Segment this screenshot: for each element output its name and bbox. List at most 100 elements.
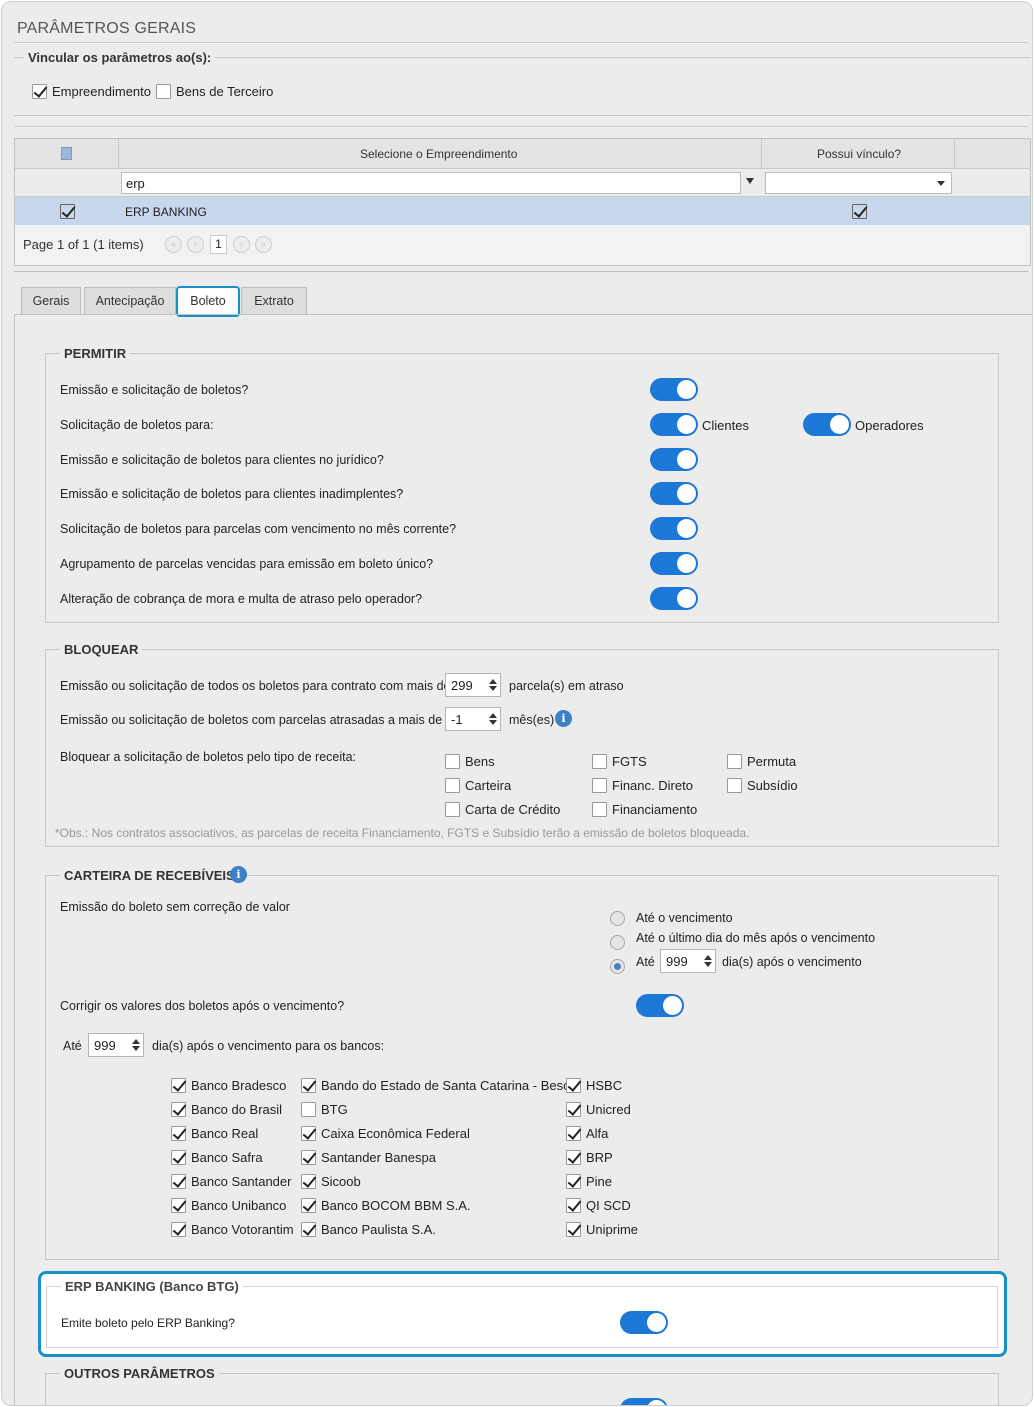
possui-vinculo-select[interactable] xyxy=(765,172,952,194)
checkbox-icon[interactable] xyxy=(301,1102,316,1117)
checkbox-icon[interactable] xyxy=(301,1222,316,1237)
permitir-mes-corrente-toggle[interactable] xyxy=(650,517,698,540)
banco-checkbox[interactable]: Caixa Econômica Federal xyxy=(301,1126,470,1141)
permitir-agrupamento-toggle[interactable] xyxy=(650,552,698,575)
checkbox-icon[interactable] xyxy=(171,1222,186,1237)
checkbox-icon[interactable] xyxy=(301,1150,316,1165)
tipo-carta-credito-checkbox[interactable]: Carta de Crédito xyxy=(445,802,560,817)
bens-terceiro-check-icon[interactable] xyxy=(156,84,171,99)
tipo-financ-direto-checkbox[interactable]: Financ. Direto xyxy=(592,778,693,793)
checkbox-icon[interactable] xyxy=(171,1198,186,1213)
banco-checkbox[interactable]: Banco Unibanco xyxy=(171,1198,286,1213)
pager-prev-icon[interactable]: ‹ xyxy=(187,236,204,253)
outros-toggle[interactable] xyxy=(620,1398,668,1405)
document-icon[interactable] xyxy=(61,147,72,160)
pager-current-page[interactable]: 1 xyxy=(210,235,227,254)
filter-funnel-icon[interactable] xyxy=(746,178,754,184)
info-icon[interactable]: i xyxy=(555,710,572,727)
bloquear-meses-stepper[interactable]: -1 xyxy=(445,707,501,731)
banco-checkbox[interactable]: BRP xyxy=(566,1150,613,1165)
tipo-bens-checkbox[interactable]: Bens xyxy=(445,754,495,769)
banco-checkbox[interactable]: Bando do Estado de Santa Catarina - Besc xyxy=(301,1078,570,1093)
tab-boleto[interactable]: Boleto xyxy=(176,286,240,317)
banco-checkbox[interactable]: Banco Real xyxy=(171,1126,258,1141)
banco-checkbox[interactable]: Banco Bradesco xyxy=(171,1078,286,1093)
checkbox-icon[interactable] xyxy=(301,1126,316,1141)
pager-first-icon[interactable]: « xyxy=(165,236,182,253)
banco-checkbox[interactable]: Santander Banespa xyxy=(301,1150,436,1165)
tipo-carteira-checkbox[interactable]: Carteira xyxy=(445,778,511,793)
banco-checkbox[interactable]: Sicoob xyxy=(301,1174,361,1189)
banco-checkbox[interactable]: Banco Santander xyxy=(171,1174,291,1189)
banco-checkbox[interactable]: Banco Votorantim xyxy=(171,1222,294,1237)
checkbox-icon[interactable] xyxy=(171,1078,186,1093)
checkbox-icon[interactable] xyxy=(727,754,742,769)
banco-checkbox[interactable]: QI SCD xyxy=(566,1198,631,1213)
banco-checkbox[interactable]: Unicred xyxy=(566,1102,631,1117)
grid-header-empreendimento[interactable]: Selecione o Empreendimento xyxy=(360,147,517,161)
filter-input[interactable]: erp xyxy=(121,172,741,194)
banco-checkbox[interactable]: Uniprime xyxy=(566,1222,638,1237)
stepper-arrows-icon[interactable] xyxy=(129,1034,143,1056)
checkbox-icon[interactable] xyxy=(301,1174,316,1189)
checkbox-icon[interactable] xyxy=(445,778,460,793)
checkbox-icon[interactable] xyxy=(171,1174,186,1189)
checkbox-icon[interactable] xyxy=(301,1198,316,1213)
checkbox-icon[interactable] xyxy=(566,1174,581,1189)
checkbox-icon[interactable] xyxy=(445,754,460,769)
checkbox-icon[interactable] xyxy=(171,1102,186,1117)
checkbox-icon[interactable] xyxy=(566,1222,581,1237)
checkbox-icon[interactable] xyxy=(727,778,742,793)
checkbox-icon[interactable] xyxy=(301,1078,316,1093)
checkbox-icon[interactable] xyxy=(566,1126,581,1141)
radio-ultimo-dia-mes[interactable] xyxy=(610,935,625,950)
tab-extrato[interactable]: Extrato xyxy=(241,287,307,314)
checkbox-icon[interactable] xyxy=(592,778,607,793)
banco-checkbox[interactable]: Alfa xyxy=(566,1126,608,1141)
erp-banking-toggle[interactable] xyxy=(620,1311,668,1334)
info-icon[interactable]: i xyxy=(230,866,247,883)
permitir-emissao-toggle[interactable] xyxy=(650,378,698,401)
tipo-financiamento-checkbox[interactable]: Financiamento xyxy=(592,802,697,817)
empreendimento-check-icon[interactable] xyxy=(32,84,47,99)
grid-header-possui-vinculo[interactable]: Possui vínculo? xyxy=(817,147,901,161)
empreendimento-checkbox[interactable]: Empreendimento xyxy=(32,84,151,99)
clientes-toggle[interactable] xyxy=(650,413,698,436)
stepper-arrows-icon[interactable] xyxy=(701,950,715,972)
checkbox-icon[interactable] xyxy=(566,1150,581,1165)
checkbox-icon[interactable] xyxy=(566,1198,581,1213)
stepper-arrows-icon[interactable] xyxy=(486,708,500,730)
corrigir-toggle[interactable] xyxy=(636,994,684,1017)
radio-ate-vencimento[interactable] xyxy=(610,911,625,926)
ate-bancos-stepper[interactable]: 999 xyxy=(88,1033,144,1057)
checkbox-icon[interactable] xyxy=(592,754,607,769)
tipo-permuta-checkbox[interactable]: Permuta xyxy=(727,754,796,769)
permitir-juridico-toggle[interactable] xyxy=(650,448,698,471)
tipo-fgts-checkbox[interactable]: FGTS xyxy=(592,754,647,769)
bens-terceiro-checkbox[interactable]: Bens de Terceiro xyxy=(156,84,273,99)
row-select-checkbox[interactable] xyxy=(60,204,75,219)
tipo-subsidio-checkbox[interactable]: Subsídio xyxy=(727,778,798,793)
banco-checkbox[interactable]: Banco do Brasil xyxy=(171,1102,282,1117)
banco-checkbox[interactable]: BTG xyxy=(301,1102,348,1117)
checkbox-icon[interactable] xyxy=(592,802,607,817)
tab-antecipacao[interactable]: Antecipação xyxy=(84,287,176,314)
bloquear-parcelas-stepper[interactable]: 299 xyxy=(445,673,501,697)
banco-checkbox[interactable]: Banco BOCOM BBM S.A. xyxy=(301,1198,471,1213)
checkbox-icon[interactable] xyxy=(566,1102,581,1117)
pager-last-icon[interactable]: » xyxy=(255,236,272,253)
banco-checkbox[interactable]: Banco Paulista S.A. xyxy=(301,1222,436,1237)
permitir-mora-toggle[interactable] xyxy=(650,587,698,610)
banco-checkbox[interactable]: HSBC xyxy=(566,1078,622,1093)
checkbox-icon[interactable] xyxy=(445,802,460,817)
banco-checkbox[interactable]: Banco Safra xyxy=(171,1150,263,1165)
operadores-toggle[interactable] xyxy=(803,413,851,436)
tab-gerais[interactable]: Gerais xyxy=(21,287,81,314)
banco-checkbox[interactable]: Pine xyxy=(566,1174,612,1189)
checkbox-icon[interactable] xyxy=(566,1078,581,1093)
radio-ate-dias-stepper[interactable]: 999 xyxy=(660,949,716,973)
checkbox-icon[interactable] xyxy=(171,1126,186,1141)
stepper-arrows-icon[interactable] xyxy=(486,674,500,696)
permitir-inadimplentes-toggle[interactable] xyxy=(650,482,698,505)
checkbox-icon[interactable] xyxy=(171,1150,186,1165)
